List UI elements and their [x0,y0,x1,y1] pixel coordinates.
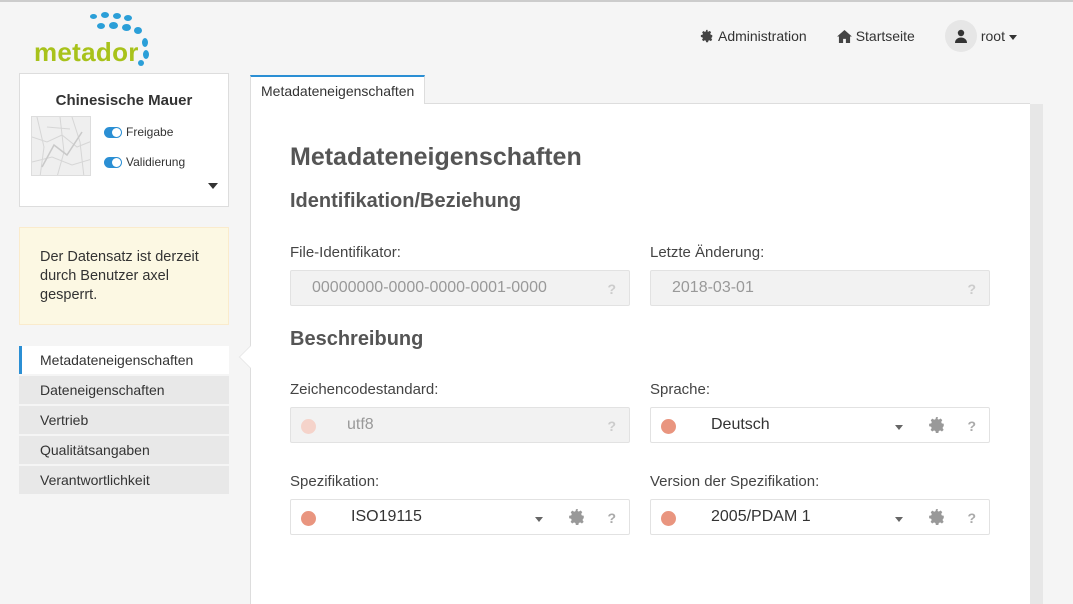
logo-dot [134,27,142,34]
last-change-value: 2018-03-01 [672,279,754,296]
home-link[interactable]: Startseite [836,28,915,44]
release-label: Freigabe [126,125,174,139]
dataset-card: Chinesische Mauer Freigabe Validierung [19,73,229,207]
language-label: Sprache: [650,381,711,398]
release-toggle[interactable]: Freigabe [104,125,173,139]
dataset-title: Chinesische Mauer [55,92,193,109]
help-icon[interactable]: ? [607,418,616,434]
section-description-heading: Beschreibung [290,328,424,350]
help-icon[interactable]: ? [967,418,976,434]
gear-icon[interactable] [928,508,946,526]
gear-icon[interactable] [928,416,946,434]
sidebar-menu: Metadateneigenschaften Dateneigenschafte… [19,346,229,496]
toggle-switch[interactable] [104,126,122,138]
sidebar-item-responsibility[interactable]: Verantwortlichkeit [19,466,229,494]
last-change-label: Letzte Änderung: [650,244,765,261]
charset-value: utf8 [347,416,374,433]
map-thumbnail [31,116,91,176]
panel-scroll-shadow [1030,104,1043,604]
required-indicator [661,511,676,526]
last-change-field: 2018-03-01 ? [650,270,990,306]
logo-text: metador [34,37,139,67]
logo-dot [138,60,144,66]
spec-version-label: Version der Spezifikation: [650,473,820,490]
caret-down-icon[interactable] [208,183,218,189]
chevron-down-icon[interactable] [895,517,903,522]
logo-dot [90,14,97,19]
chevron-down-icon[interactable] [535,517,543,522]
logo-dot [101,12,109,18]
sidebar-item-data-properties[interactable]: Dateneigenschaften [19,376,229,404]
logo-dot [109,22,118,29]
validation-label: Validierung [126,155,186,169]
logo-dot [124,15,132,21]
metador-logo[interactable]: metador [34,10,164,70]
logo-dot [97,23,105,29]
tab-metadata-properties[interactable]: Metadateneigenschaften [250,75,426,104]
required-indicator [301,511,316,526]
sidebar-item-distribution[interactable]: Vertrieb [19,406,229,434]
toggle-switch[interactable] [104,156,122,168]
validation-toggle[interactable]: Validierung [104,155,185,169]
sidebar-item-quality[interactable]: Qualitätsangaben [19,436,229,464]
spec-version-value: 2005/PDAM 1 [711,508,811,525]
specification-value: ISO19115 [351,508,422,525]
gear-icon[interactable] [568,508,586,526]
avatar [944,20,977,52]
language-value: Deutsch [711,416,770,433]
logo-dot [122,24,131,31]
charset-label: Zeichencodestandard: [290,381,439,398]
help-icon[interactable]: ? [967,281,976,297]
page-title: Metadateneigenschaften [290,143,582,171]
gear-icon [700,29,713,43]
language-select[interactable]: Deutsch ? [650,407,990,443]
username: root [980,28,1005,44]
specification-label: Spezifikation: [290,473,380,490]
section-identification-heading: Identifikation/Beziehung [290,190,522,212]
file-identifier-value: 00000000-0000-0000-0001-0000 [312,279,547,296]
logo-dot [143,50,149,59]
logo-dot [142,38,148,47]
chevron-down-icon[interactable] [895,425,903,430]
specification-select[interactable]: ISO19115 ? [290,499,630,535]
home-icon [836,29,852,43]
user-menu[interactable]: root [944,20,1017,52]
required-indicator [301,419,316,434]
chevron-down-icon [1008,34,1017,40]
file-identifier-field: 00000000-0000-0000-0001-0000 ? [290,270,630,306]
home-label: Startseite [855,28,915,44]
help-icon[interactable]: ? [607,281,616,297]
help-icon[interactable]: ? [607,510,616,526]
lock-alert: Der Datensatz ist derzeit durch Benutzer… [19,227,229,325]
spec-version-select[interactable]: 2005/PDAM 1 ? [650,499,990,535]
top-navigation: Administration Startseite root [700,16,1017,56]
sidebar-item-metadata-properties[interactable]: Metadateneigenschaften [19,346,229,374]
required-indicator [661,419,676,434]
file-identifier-label: File-Identifikator: [290,244,401,261]
administration-link[interactable]: Administration [700,28,807,44]
charset-field: utf8 ? [290,407,630,443]
help-icon[interactable]: ? [967,510,976,526]
logo-dot [113,13,121,19]
user-icon [954,29,967,43]
administration-label: Administration [718,28,807,44]
